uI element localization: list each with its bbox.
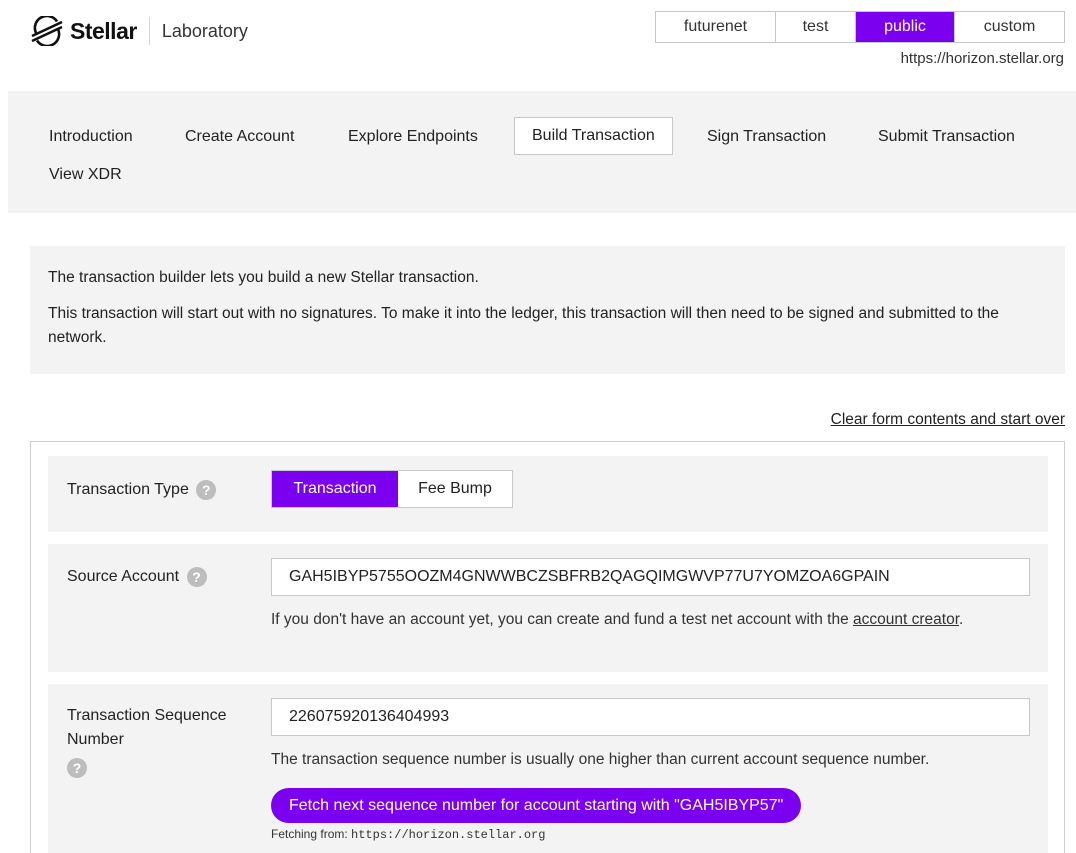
logo[interactable]: Stellar Laboratory bbox=[30, 16, 248, 46]
network-test-button[interactable]: test bbox=[776, 12, 856, 42]
logo-divider bbox=[148, 17, 150, 45]
source-account-row: Source Account ? GAH5IBYP5755OOZM4GNWWBC… bbox=[48, 544, 1048, 672]
source-account-help: If you don't have an account yet, you ca… bbox=[271, 611, 964, 628]
nav-item-introduction[interactable]: Introduction bbox=[49, 128, 133, 146]
intro-text-1: The transaction builder lets you build a… bbox=[48, 269, 479, 286]
network-url: https://horizon.stellar.org bbox=[900, 50, 1064, 67]
fetch-note: Fetching from: https://horizon.stellar.o… bbox=[271, 827, 546, 842]
network-public-button[interactable]: public bbox=[856, 12, 955, 42]
type-fee-bump-button[interactable]: Fee Bump bbox=[398, 471, 512, 507]
type-transaction-button[interactable]: Transaction bbox=[272, 471, 398, 507]
transaction-type-row: Transaction Type ? Transaction Fee Bump bbox=[48, 456, 1048, 532]
network-custom-button[interactable]: custom bbox=[955, 12, 1064, 42]
sequence-number-input[interactable]: 226075920136404993 bbox=[271, 698, 1030, 736]
sequence-number-row: Transaction Sequence Number ? 2260759201… bbox=[48, 684, 1048, 853]
nav-item-view-xdr[interactable]: View XDR bbox=[49, 166, 122, 184]
transaction-type-label: Transaction Type ? bbox=[67, 478, 217, 502]
sequence-number-help: The transaction sequence number is usual… bbox=[271, 751, 930, 768]
clear-form-link[interactable]: Clear form contents and start over bbox=[831, 411, 1065, 429]
source-account-input[interactable]: GAH5IBYP5755OOZM4GNWWBCZSBFRB2QAGQIMGWVP… bbox=[271, 558, 1030, 596]
nav-item-build-transaction[interactable]: Build Transaction bbox=[514, 117, 673, 155]
help-icon[interactable]: ? bbox=[196, 479, 217, 500]
help-icon[interactable]: ? bbox=[67, 758, 87, 778]
help-icon[interactable]: ? bbox=[186, 566, 207, 587]
nav-item-create-account[interactable]: Create Account bbox=[185, 128, 294, 146]
network-picker: futurenet test public custom bbox=[655, 11, 1065, 43]
intro-panel: The transaction builder lets you build a… bbox=[30, 246, 1065, 374]
nav-item-explore-endpoints[interactable]: Explore Endpoints bbox=[348, 128, 478, 146]
transaction-form: Transaction Type ? Transaction Fee Bump … bbox=[30, 441, 1065, 853]
fetch-sequence-button[interactable]: Fetch next sequence number for account s… bbox=[271, 788, 802, 823]
sequence-number-label: Transaction Sequence Number ? bbox=[67, 707, 227, 778]
transaction-type-toggle: Transaction Fee Bump bbox=[271, 470, 513, 508]
network-futurenet-button[interactable]: futurenet bbox=[656, 12, 776, 42]
intro-text-2: This transaction will start out with no … bbox=[48, 305, 999, 346]
nav-item-submit-transaction[interactable]: Submit Transaction bbox=[878, 128, 1015, 146]
main-nav: Introduction Create Account Explore Endp… bbox=[8, 91, 1076, 213]
header: Stellar Laboratory futurenet test public… bbox=[0, 0, 1076, 90]
account-creator-link[interactable]: account creator bbox=[853, 611, 959, 628]
product-name: Laboratory bbox=[161, 20, 248, 41]
nav-item-sign-transaction[interactable]: Sign Transaction bbox=[707, 128, 826, 146]
fetch-url: https://horizon.stellar.org bbox=[351, 828, 546, 842]
brand-name: Stellar bbox=[70, 17, 137, 44]
source-account-label: Source Account ? bbox=[67, 565, 207, 589]
stellar-logo-icon bbox=[31, 16, 63, 46]
